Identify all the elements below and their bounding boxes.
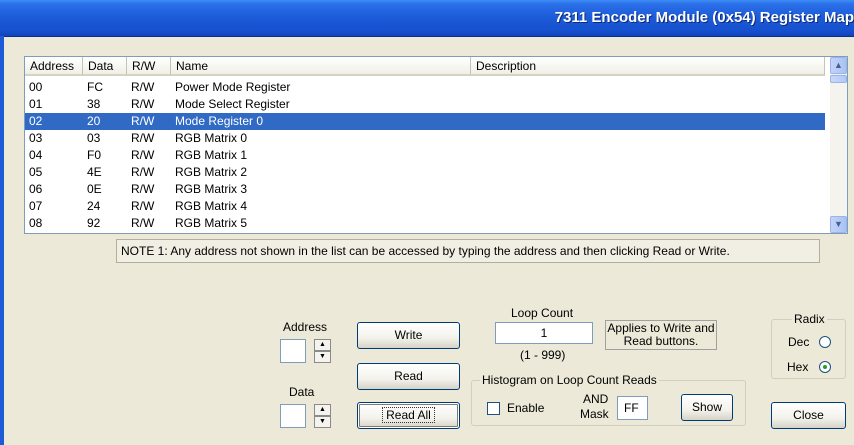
cell-rw: R/W bbox=[131, 80, 155, 94]
cell-name: RGB Matrix 3 bbox=[175, 182, 248, 196]
cell-address: 07 bbox=[29, 199, 43, 213]
table-row[interactable]: 03 03 R/W RGB Matrix 0 bbox=[25, 130, 825, 147]
write-button[interactable]: Write bbox=[357, 322, 460, 349]
data-spinner[interactable]: ▲ ▼ bbox=[314, 404, 331, 428]
cell-rw: R/W bbox=[131, 148, 155, 162]
chevron-down-icon[interactable]: ▼ bbox=[830, 216, 847, 233]
cell-data: 0E bbox=[87, 182, 102, 196]
address-label: Address bbox=[283, 320, 328, 334]
cell-address: 00 bbox=[29, 80, 43, 94]
spin-down-icon[interactable]: ▼ bbox=[314, 416, 331, 428]
cell-data: 20 bbox=[87, 114, 101, 128]
cell-name: Power Mode Register bbox=[175, 80, 291, 94]
spin-up-icon[interactable]: ▲ bbox=[314, 404, 331, 416]
cell-rw: R/W bbox=[131, 199, 155, 213]
cell-name: Mode Register 0 bbox=[175, 114, 264, 128]
list-rows: 00 FC R/W Power Mode Register 01 38 R/W Mode Se… bbox=[25, 79, 825, 232]
cell-rw: R/W bbox=[131, 216, 155, 230]
column-header-rw[interactable]: R/W bbox=[127, 57, 171, 76]
cell-rw: R/W bbox=[131, 97, 155, 111]
loop-count-input[interactable]: 1 bbox=[495, 322, 593, 344]
data-label: Data bbox=[289, 385, 315, 399]
register-list[interactable]: Address Data R/W Name Description 00 FC R/… bbox=[24, 56, 848, 234]
table-row[interactable]: 08 92 R/W RGB Matrix 5 bbox=[25, 215, 825, 232]
cell-address: 08 bbox=[29, 216, 43, 230]
cell-data: FC bbox=[87, 80, 103, 94]
close-button[interactable]: Close bbox=[771, 402, 846, 429]
hex-label: Hex bbox=[787, 360, 809, 374]
radix-label: Radix bbox=[792, 312, 827, 326]
scrollbar-thumb[interactable] bbox=[830, 75, 847, 83]
read-all-label: Read All bbox=[382, 407, 435, 423]
column-header-address[interactable]: Address bbox=[25, 57, 83, 76]
table-row[interactable]: 01 38 R/W Mode Select Register bbox=[25, 96, 825, 113]
address-spinner[interactable]: ▲ ▼ bbox=[314, 339, 331, 363]
cell-address: 06 bbox=[29, 182, 43, 196]
mask-input[interactable]: FF bbox=[617, 396, 648, 420]
cell-name: RGB Matrix 0 bbox=[175, 131, 248, 145]
cell-name: RGB Matrix 5 bbox=[175, 216, 248, 230]
show-button[interactable]: Show bbox=[681, 394, 733, 421]
cell-rw: R/W bbox=[131, 165, 155, 179]
column-header-description[interactable]: Description bbox=[471, 57, 825, 76]
table-row[interactable]: 07 24 R/W RGB Matrix 4 bbox=[25, 198, 825, 215]
cell-data: F0 bbox=[87, 148, 102, 162]
cell-address: 05 bbox=[29, 165, 43, 179]
enable-checkbox[interactable] bbox=[487, 402, 500, 415]
cell-name: Mode Select Register bbox=[175, 97, 290, 111]
cell-data: 4E bbox=[87, 165, 102, 179]
column-header-data[interactable]: Data bbox=[83, 57, 127, 76]
cell-name: RGB Matrix 2 bbox=[175, 165, 248, 179]
read-all-button[interactable]: Read All bbox=[357, 402, 460, 429]
hex-radio[interactable] bbox=[819, 361, 831, 373]
loop-count-label: Loop Count bbox=[511, 306, 574, 320]
table-row[interactable]: 06 0E R/W RGB Matrix 3 bbox=[25, 181, 825, 198]
radix-group: Radix bbox=[771, 312, 846, 379]
table-row[interactable]: 02 20 R/W Mode Register 0 bbox=[25, 113, 825, 130]
enable-label: Enable bbox=[507, 401, 545, 415]
cell-rw: R/W bbox=[131, 182, 155, 196]
cell-rw: R/W bbox=[131, 114, 155, 128]
mask-label: Mask bbox=[580, 407, 609, 421]
window-frame-left bbox=[0, 36, 4, 445]
cell-address: 01 bbox=[29, 97, 43, 111]
cell-address: 02 bbox=[29, 114, 43, 128]
cell-rw: R/W bbox=[131, 131, 155, 145]
note-text: NOTE 1: Any address not shown in the lis… bbox=[116, 239, 820, 263]
list-header: Address Data R/W Name Description bbox=[25, 57, 825, 77]
data-input[interactable] bbox=[280, 404, 306, 428]
spin-up-icon[interactable]: ▲ bbox=[314, 339, 331, 351]
address-input[interactable] bbox=[280, 339, 306, 363]
cell-address: 04 bbox=[29, 148, 43, 162]
chevron-up-icon[interactable]: ▲ bbox=[830, 57, 847, 74]
table-row[interactable]: 04 F0 R/W RGB Matrix 1 bbox=[25, 147, 825, 164]
window-title: 7311 Encoder Module (0x54) Register Map bbox=[554, 9, 854, 26]
cell-data: 03 bbox=[87, 131, 101, 145]
vertical-scrollbar[interactable]: ▲ ▼ bbox=[830, 57, 847, 233]
dec-radio[interactable] bbox=[819, 336, 831, 348]
column-header-name[interactable]: Name bbox=[171, 57, 471, 76]
loop-range-label: (1 - 999) bbox=[520, 348, 566, 362]
cell-address: 03 bbox=[29, 131, 43, 145]
title-bar[interactable]: 7311 Encoder Module (0x54) Register Map bbox=[0, 0, 854, 37]
cell-name: RGB Matrix 4 bbox=[175, 199, 248, 213]
histogram-label: Histogram on Loop Count Reads bbox=[480, 373, 659, 387]
dec-label: Dec bbox=[788, 335, 810, 349]
applies-note: Applies to Write and Read buttons. bbox=[605, 320, 717, 350]
cell-data: 24 bbox=[87, 199, 101, 213]
table-row[interactable]: 00 FC R/W Power Mode Register bbox=[25, 79, 825, 96]
and-label: AND bbox=[583, 392, 609, 406]
read-button[interactable]: Read bbox=[357, 363, 460, 390]
cell-data: 92 bbox=[87, 216, 101, 230]
cell-name: RGB Matrix 1 bbox=[175, 148, 248, 162]
cell-data: 38 bbox=[87, 97, 101, 111]
spin-down-icon[interactable]: ▼ bbox=[314, 351, 331, 363]
table-row[interactable]: 05 4E R/W RGB Matrix 2 bbox=[25, 164, 825, 181]
